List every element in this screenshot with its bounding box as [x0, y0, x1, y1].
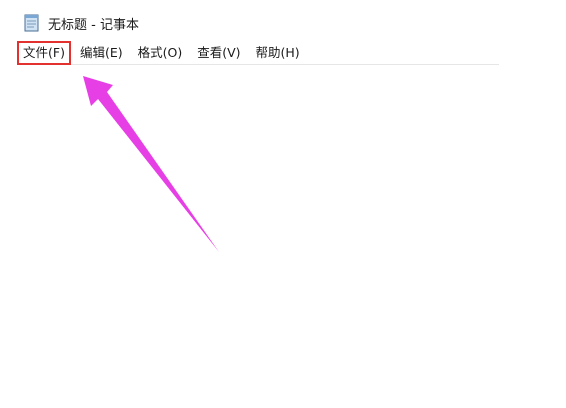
menu-bar: 文件(F) 编辑(E) 格式(O) 查看(V) 帮助(H): [17, 41, 499, 65]
window-title: 无标题 - 记事本: [48, 17, 139, 33]
menu-format[interactable]: 格式(O): [134, 43, 187, 63]
title-bar: 无标题 - 记事本: [24, 12, 139, 34]
menu-file[interactable]: 文件(F): [17, 41, 71, 65]
notepad-icon: [24, 14, 40, 32]
menu-edit[interactable]: 编辑(E): [76, 43, 127, 63]
text-editor-area[interactable]: [19, 65, 499, 395]
menu-help[interactable]: 帮助(H): [252, 43, 304, 63]
notepad-window: 无标题 - 记事本 文件(F) 编辑(E) 格式(O) 查看(V) 帮助(H): [0, 0, 566, 408]
menu-view[interactable]: 查看(V): [193, 43, 244, 63]
